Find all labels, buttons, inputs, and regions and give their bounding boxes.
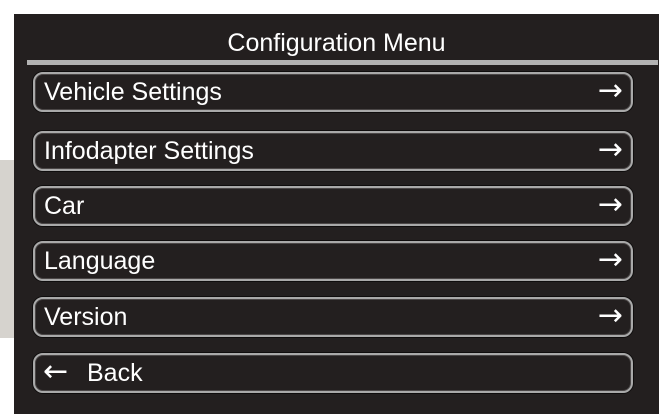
menu-item-label: Vehicle Settings	[44, 78, 222, 106]
menu-item-label: Infodapter Settings	[44, 137, 254, 165]
page-title: Configuration Menu	[227, 29, 446, 57]
menu-item-label: Car	[44, 192, 85, 220]
menu-item-language[interactable]: Language →	[33, 241, 633, 281]
back-button[interactable]: ← Back	[33, 353, 633, 393]
arrow-right-icon: →	[597, 298, 623, 333]
menu-item-vehicle-settings[interactable]: Vehicle Settings →	[33, 72, 633, 112]
arrow-left-icon: ←	[43, 354, 69, 389]
title-divider	[27, 60, 658, 65]
menu-item-car[interactable]: Car →	[33, 186, 633, 226]
menu-item-label: Version	[44, 303, 128, 331]
arrow-right-icon: →	[597, 132, 623, 167]
menu-item-infodapter-settings[interactable]: Infodapter Settings →	[33, 131, 633, 171]
config-screen: Configuration Menu Vehicle Settings → In…	[14, 14, 659, 414]
side-strip	[0, 160, 14, 338]
menu-item-label: Language	[44, 247, 156, 275]
back-label: Back	[87, 359, 143, 387]
menu-item-version[interactable]: Version →	[33, 297, 633, 337]
arrow-right-icon: →	[597, 242, 623, 277]
arrow-right-icon: →	[597, 73, 623, 108]
arrow-right-icon: →	[597, 187, 623, 222]
